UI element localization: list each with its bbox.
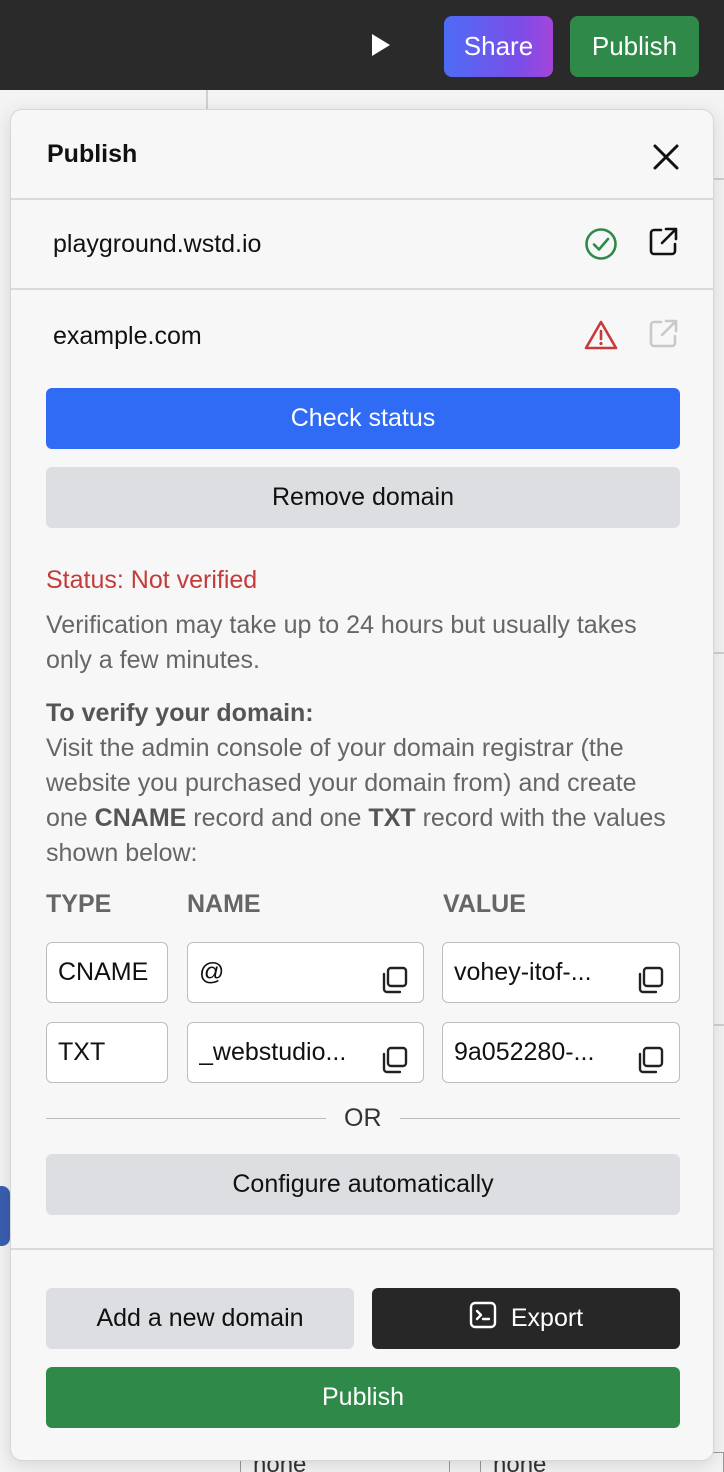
configure-automatically-button[interactable]: Configure automatically	[46, 1154, 680, 1215]
copy-icon[interactable]	[635, 1038, 665, 1074]
panel-header: Publish	[11, 110, 713, 200]
or-divider: OR	[46, 1104, 680, 1134]
record-type: CNAME	[58, 958, 149, 986]
footer-divider	[11, 1248, 713, 1250]
publish-button[interactable]: Publish	[46, 1367, 680, 1428]
external-link-icon	[645, 316, 681, 352]
check-circle-icon	[583, 226, 619, 262]
record-name-field[interactable]: _webstudio...	[187, 1022, 424, 1083]
play-icon[interactable]	[366, 30, 396, 60]
record-name: @	[199, 958, 225, 986]
verification-note: Verification may take up to 24 hours but…	[46, 611, 637, 674]
record-name: _webstudio...	[199, 1038, 347, 1066]
publish-panel: Publish playground.wstd.io example.com C…	[10, 109, 714, 1461]
copy-icon[interactable]	[379, 1038, 409, 1074]
terminal-icon	[469, 1301, 497, 1336]
share-button[interactable]: Share	[444, 16, 553, 77]
column-header-name: NAME	[187, 890, 261, 918]
record-value-field[interactable]: vohey-itof-...	[442, 942, 680, 1003]
record-value: 9a052280-...	[454, 1038, 595, 1066]
or-label: OR	[344, 1104, 382, 1132]
record-value: vohey-itof-...	[454, 958, 592, 986]
column-header-value: VALUE	[443, 890, 526, 918]
warning-icon	[583, 318, 619, 354]
canvas-element	[0, 1186, 10, 1246]
close-icon[interactable]	[647, 138, 685, 176]
column-header-type: TYPE	[46, 890, 112, 918]
record-type: TXT	[58, 1038, 106, 1066]
domain-row-playground: playground.wstd.io	[11, 200, 713, 290]
domain-name: example.com	[53, 322, 202, 350]
copy-icon[interactable]	[635, 958, 665, 994]
divider-line	[46, 1118, 326, 1119]
record-type-field[interactable]: TXT	[46, 1022, 168, 1083]
check-status-button[interactable]: Check status	[46, 388, 680, 449]
verify-instructions: To verify your domain: Visit the admin c…	[46, 696, 680, 871]
panel-title: Publish	[47, 140, 138, 168]
top-toolbar: Share Publish	[0, 0, 724, 90]
copy-icon[interactable]	[379, 958, 409, 994]
record-value-field[interactable]: 9a052280-...	[442, 1022, 680, 1083]
export-label: Export	[510, 1304, 584, 1332]
remove-domain-button[interactable]: Remove domain	[46, 467, 680, 528]
txt-keyword: TXT	[368, 804, 416, 832]
divider-line	[400, 1118, 680, 1119]
domain-name: playground.wstd.io	[53, 230, 262, 258]
record-name-field[interactable]: @	[187, 942, 424, 1003]
add-domain-button[interactable]: Add a new domain	[46, 1288, 354, 1349]
export-button[interactable]: Export	[372, 1288, 680, 1349]
domain-row-example: example.com	[11, 292, 713, 382]
record-type-field[interactable]: CNAME	[46, 942, 168, 1003]
verification-status: Status: Not verified	[46, 566, 258, 594]
instructions-text: record and one	[186, 804, 369, 832]
instructions-heading: To verify your domain:	[46, 699, 314, 727]
cname-keyword: CNAME	[94, 804, 187, 832]
external-link-icon[interactable]	[645, 224, 681, 260]
publish-toolbar-button[interactable]: Publish	[570, 16, 699, 77]
